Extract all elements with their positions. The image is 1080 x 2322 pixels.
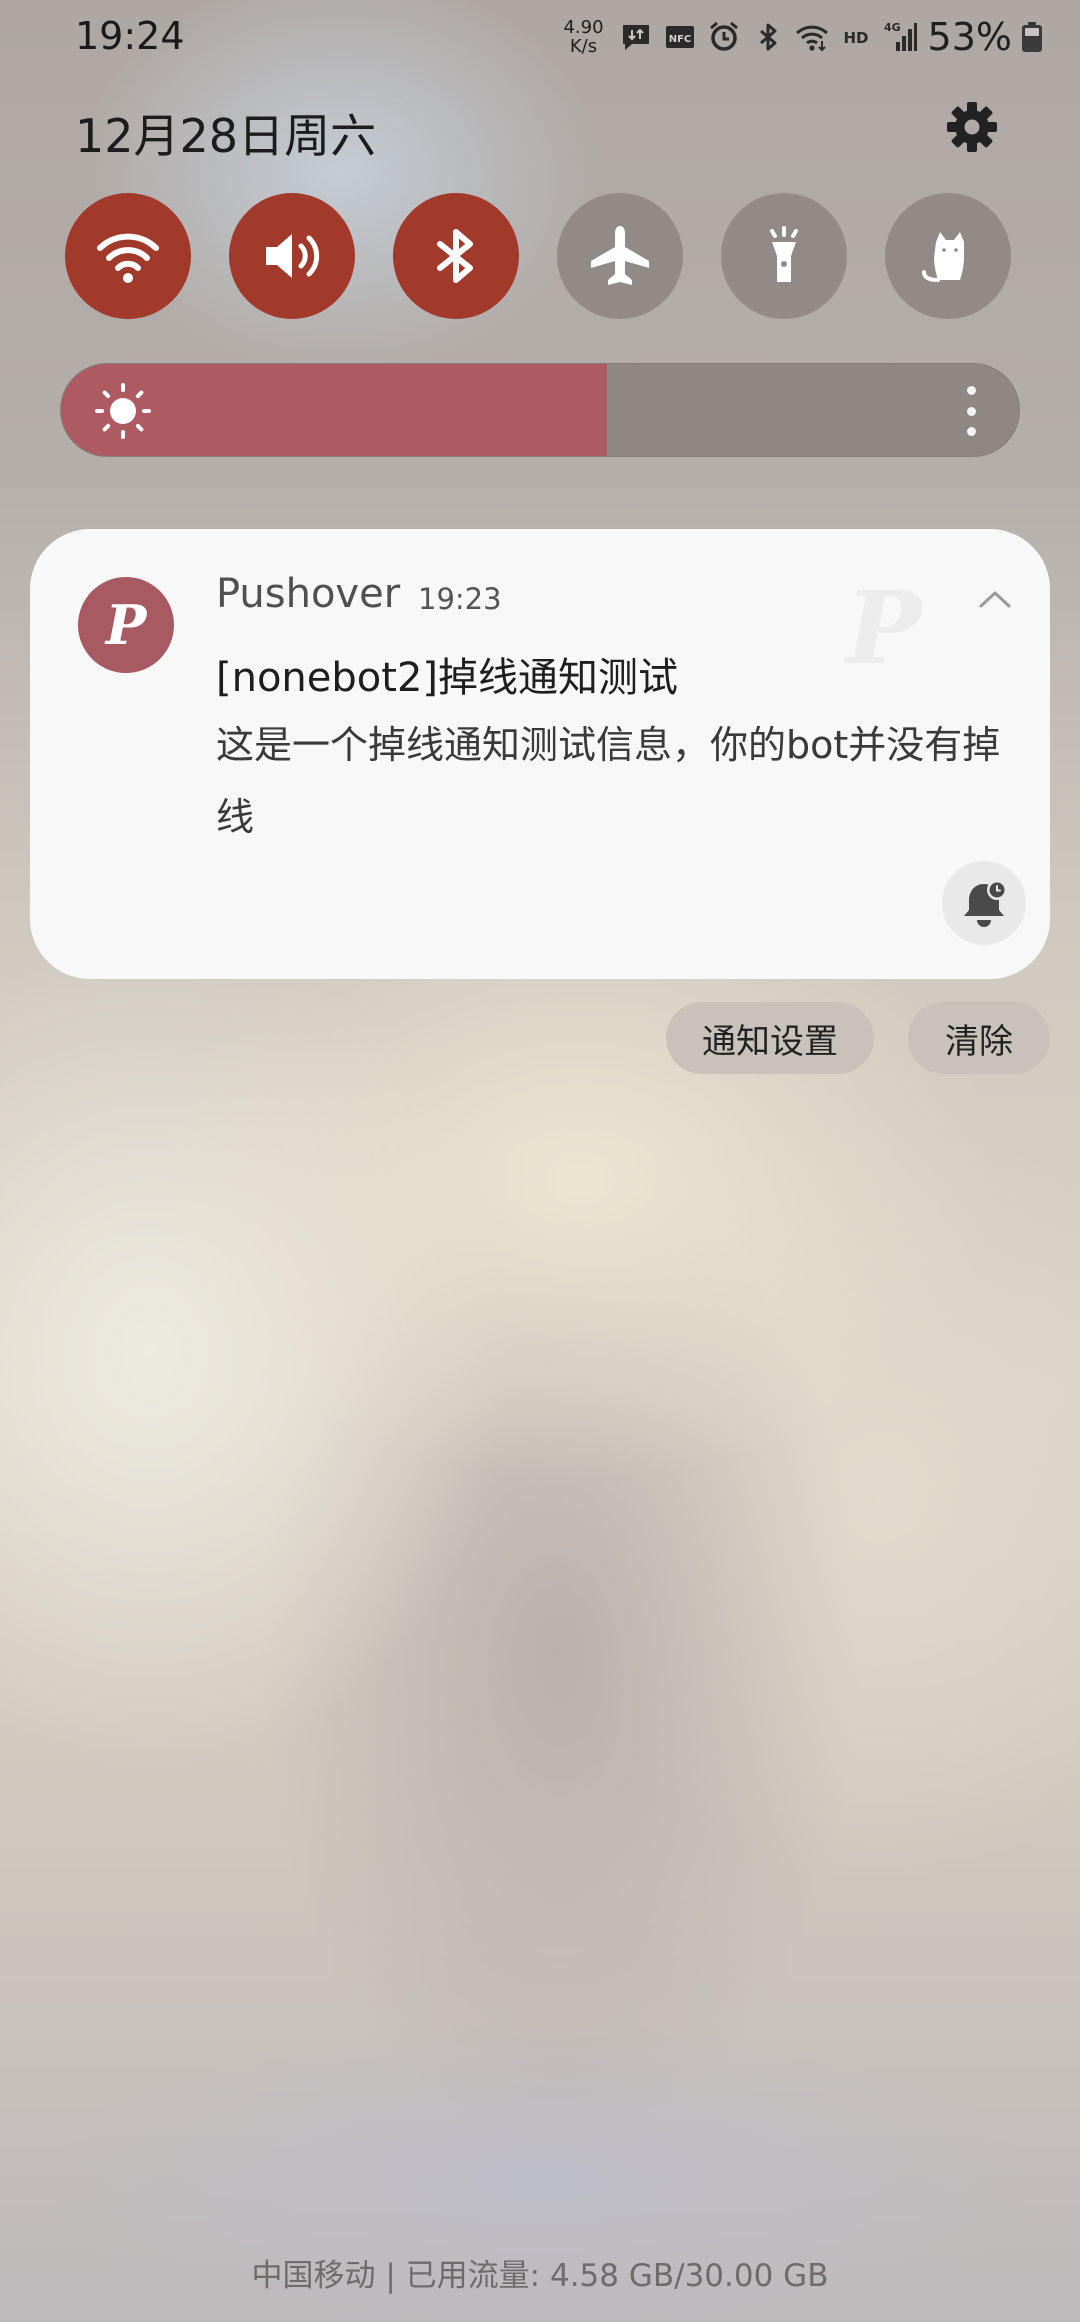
hd-label: HD — [843, 29, 868, 47]
network-speed-unit: K/s — [569, 36, 598, 57]
sound-tile[interactable] — [229, 193, 355, 319]
app-name: Pushover — [216, 571, 401, 617]
battery-icon — [1022, 22, 1042, 52]
notification-title: [nonebot2]掉线通知测试 — [216, 655, 678, 701]
signal-4g-icon: 4G — [882, 19, 918, 55]
cat-tile[interactable] — [885, 193, 1011, 319]
volume-icon — [266, 234, 320, 278]
wifi-icon — [97, 233, 159, 283]
brightness-slider[interactable] — [60, 363, 1020, 457]
airplane-mode-tile[interactable] — [557, 193, 683, 319]
bluetooth-tile[interactable] — [393, 193, 519, 319]
wifi-tile[interactable] — [65, 193, 191, 319]
bluetooth-icon — [750, 19, 786, 55]
airplane-icon — [591, 226, 649, 285]
notification-card[interactable]: P Pushover 19:23 P [nonebot2]掉线通知测试 这是一个… — [30, 529, 1050, 979]
battery-percent: 53% — [927, 15, 1012, 59]
message-icon — [618, 19, 654, 55]
nfc-label: NFC — [668, 34, 691, 45]
carrier-data-usage: 中国移动 | 已用流量: 4.58 GB/30.00 GB — [251, 2258, 829, 2294]
gear-icon — [947, 102, 997, 152]
nfc-icon: NFC — [662, 19, 698, 55]
network-speed-value: 4.90 — [563, 17, 604, 38]
status-bar: 19:24 4.90 K/s NFC HD 4G 53% — [0, 0, 1080, 72]
notification-body: 这是一个掉线通知测试信息，你的bot并没有掉线 — [216, 723, 1001, 839]
quick-settings-tiles — [65, 193, 1015, 321]
alarm-icon — [706, 19, 742, 55]
bell-snooze-icon — [964, 880, 1007, 927]
app-icon-letter: P — [105, 593, 147, 657]
date-label: 12月28日周六 — [75, 109, 377, 163]
status-time: 19:24 — [75, 14, 185, 58]
brightness-icon — [95, 383, 151, 439]
hd-icon: HD — [838, 19, 874, 55]
status-icons: 4.90 K/s NFC HD 4G 53% — [563, 12, 1042, 62]
clear-button[interactable]: 清除 — [908, 1002, 1050, 1074]
app-icon: P — [78, 577, 174, 673]
bluetooth-icon — [437, 229, 473, 283]
network-speed: 4.90 K/s — [563, 18, 603, 56]
network-type: 4G — [884, 21, 901, 34]
settings-button[interactable] — [940, 95, 1004, 159]
chevron-up-icon — [979, 591, 1011, 608]
pushover-logo: P — [846, 569, 922, 687]
notification-time: 19:23 — [418, 582, 502, 616]
cat-icon — [922, 232, 964, 282]
collapse-button[interactable] — [965, 574, 1025, 624]
flashlight-tile[interactable] — [721, 193, 847, 319]
snooze-button[interactable] — [942, 861, 1026, 945]
flashlight-icon — [770, 226, 798, 282]
notification-settings-button[interactable]: 通知设置 — [666, 1002, 874, 1074]
brightness-more-button[interactable] — [965, 386, 977, 436]
wifi-icon — [794, 19, 830, 55]
